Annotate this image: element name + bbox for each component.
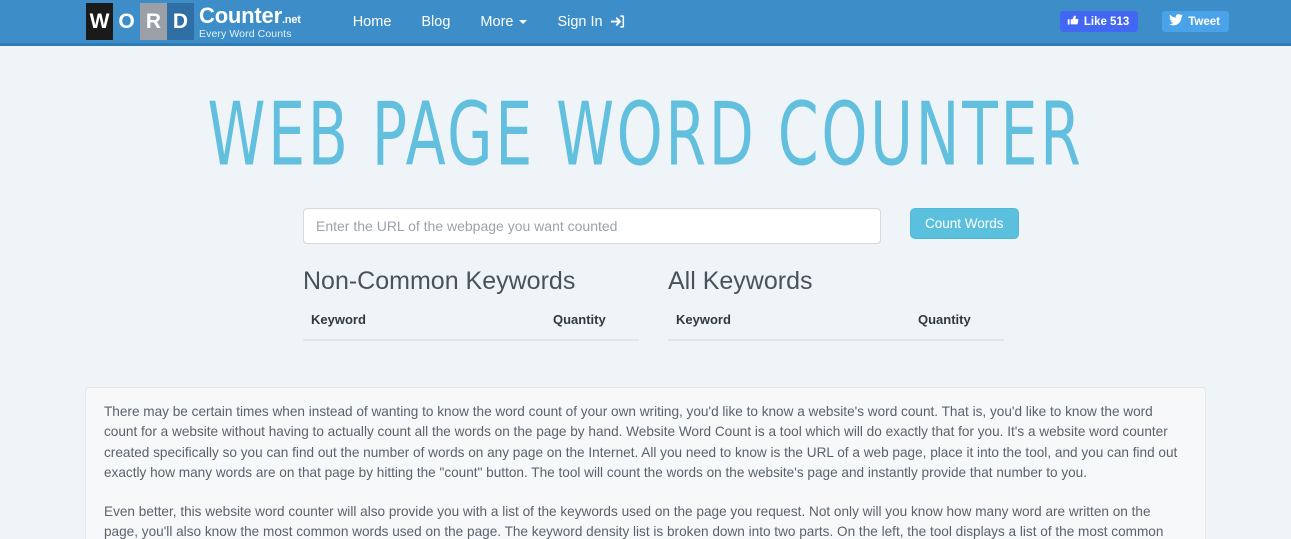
logo-tile-r: R [140,3,167,40]
nav-item-more-label: More [480,13,514,30]
nav-item-sign-in[interactable]: Sign In [542,0,639,45]
page-title: WEB PAGE WORD COUNTER [207,84,1084,186]
main-content: WEB PAGE WORD COUNTER Count Words Non-Co… [0,91,1291,539]
brand-text: Counter.net Every Word Counts [199,4,301,40]
nav-item-sign-in-label: Sign In [557,13,603,30]
logo-tiles: W O R D [86,3,194,40]
nav-item-more[interactable]: More [465,0,542,45]
non-common-keywords-block: Non-Common Keywords Keyword Quantity [303,267,639,341]
nav-item-blog[interactable]: Blog [406,0,465,45]
twitter-tweet-button[interactable]: Tweet [1162,11,1229,32]
facebook-like-label: Like 513 [1083,15,1130,28]
logo-tile-d: D [167,3,194,40]
all-keywords-block: All Keywords Keyword Quantity [668,267,1004,341]
table-header-row: Keyword Quantity [668,311,1004,341]
chevron-down-icon [519,19,528,24]
non-common-keywords-table: Keyword Quantity [303,311,639,341]
url-input[interactable] [303,208,881,244]
nav-links: Home Blog More Sign In [338,0,640,45]
keyword-tables: Non-Common Keywords Keyword Quantity All… [0,267,1291,341]
column-header-quantity: Quantity [739,311,1004,341]
table-header-row: Keyword Quantity [303,311,639,341]
nav-item-blog-label: Blog [421,13,451,30]
thumbs-up-icon [1067,14,1079,29]
description-panel: There may be certain times when instead … [85,386,1206,539]
brand-name: Counter.net [199,3,301,28]
description-paragraph-2: Even better, this website word counter w… [104,503,1164,539]
twitter-tweet-label: Tweet [1188,15,1220,28]
top-navbar: W O R D Counter.net Every Word Counts Ho… [0,0,1291,46]
twitter-bird-icon [1169,14,1184,29]
facebook-like-button[interactable]: Like 513 [1059,11,1139,32]
logo-tile-o: O [113,3,140,40]
site-logo[interactable]: W O R D Counter.net Every Word Counts [86,3,301,41]
all-keywords-table: Keyword Quantity [668,311,1004,341]
non-common-keywords-title: Non-Common Keywords [303,267,576,295]
column-header-keyword: Keyword [668,311,740,341]
logo-tile-w: W [86,3,113,40]
brand-name-text: Counter [199,2,282,28]
social-buttons: Like 513 Tweet [1059,11,1229,32]
all-keywords-title: All Keywords [668,267,813,295]
column-header-keyword: Keyword [303,311,375,341]
description-paragraph-1: There may be certain times when instead … [104,403,1178,481]
column-header-quantity: Quantity [374,311,639,341]
sign-in-icon [610,14,625,29]
brand-tld: .net [281,13,301,26]
nav-item-home-label: Home [352,13,392,30]
brand-tagline: Every Word Counts [199,27,292,40]
nav-item-home[interactable]: Home [338,0,407,45]
url-form: Count Words [0,208,1291,244]
count-words-button[interactable]: Count Words [910,208,1019,239]
